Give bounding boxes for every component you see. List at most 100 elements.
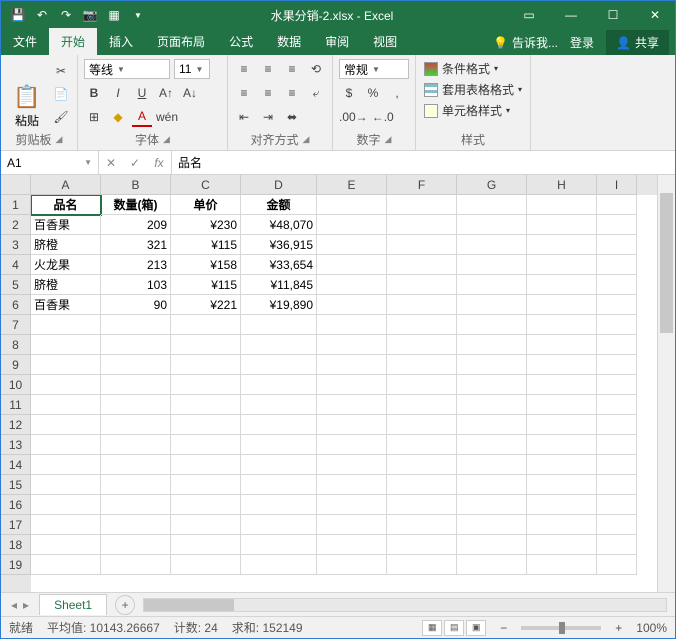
align-center-icon[interactable]: ≡ xyxy=(258,83,278,103)
cell-I2[interactable] xyxy=(597,215,637,235)
cell-I19[interactable] xyxy=(597,555,637,575)
cell-G17[interactable] xyxy=(457,515,527,535)
cell-I7[interactable] xyxy=(597,315,637,335)
borders-icon[interactable]: ⊞ xyxy=(84,107,104,127)
redo-icon[interactable]: ↷ xyxy=(57,6,75,24)
cell-A4[interactable]: 火龙果 xyxy=(31,255,101,275)
row-header-13[interactable]: 13 xyxy=(1,435,31,455)
row-header-5[interactable]: 5 xyxy=(1,275,31,295)
cell-E9[interactable] xyxy=(317,355,387,375)
col-header-B[interactable]: B xyxy=(101,175,171,195)
decrease-decimal-icon[interactable]: ←.0 xyxy=(372,107,394,127)
vertical-scrollbar[interactable] xyxy=(657,175,675,592)
cell-H12[interactable] xyxy=(527,415,597,435)
cell-H8[interactable] xyxy=(527,335,597,355)
cell-B16[interactable] xyxy=(101,495,171,515)
cell-B5[interactable]: 103 xyxy=(101,275,171,295)
cell-C18[interactable] xyxy=(171,535,241,555)
cell-C1[interactable]: 单价 xyxy=(171,195,241,215)
cell-C17[interactable] xyxy=(171,515,241,535)
qat-customize-icon[interactable]: ▼ xyxy=(129,6,147,24)
cell-D1[interactable]: 金额 xyxy=(241,195,317,215)
cell-E15[interactable] xyxy=(317,475,387,495)
cell-C12[interactable] xyxy=(171,415,241,435)
cell-G3[interactable] xyxy=(457,235,527,255)
increase-indent-icon[interactable]: ⇥ xyxy=(258,107,278,127)
cell-A5[interactable]: 脐橙 xyxy=(31,275,101,295)
cell-I13[interactable] xyxy=(597,435,637,455)
undo-icon[interactable]: ↶ xyxy=(33,6,51,24)
cell-G10[interactable] xyxy=(457,375,527,395)
cell-D2[interactable]: ¥48,070 xyxy=(241,215,317,235)
zoom-slider[interactable] xyxy=(521,626,601,630)
cell-A16[interactable] xyxy=(31,495,101,515)
cell-D12[interactable] xyxy=(241,415,317,435)
cell-G4[interactable] xyxy=(457,255,527,275)
cell-E13[interactable] xyxy=(317,435,387,455)
cell-D15[interactable] xyxy=(241,475,317,495)
number-format-combo[interactable]: 常规▼ xyxy=(339,59,409,79)
tab-file[interactable]: 文件 xyxy=(1,28,49,55)
col-header-E[interactable]: E xyxy=(317,175,387,195)
formula-input[interactable]: 品名 xyxy=(172,151,675,174)
cell-H16[interactable] xyxy=(527,495,597,515)
italic-button[interactable]: I xyxy=(108,83,128,103)
cell-G6[interactable] xyxy=(457,295,527,315)
cell-B1[interactable]: 数量(箱) xyxy=(101,195,171,215)
cell-H13[interactable] xyxy=(527,435,597,455)
cell-A13[interactable] xyxy=(31,435,101,455)
tab-layout[interactable]: 页面布局 xyxy=(145,28,217,55)
cell-D19[interactable] xyxy=(241,555,317,575)
add-sheet-button[interactable]: + xyxy=(115,595,135,615)
cell-C2[interactable]: ¥230 xyxy=(171,215,241,235)
cell-B10[interactable] xyxy=(101,375,171,395)
cell-A12[interactable] xyxy=(31,415,101,435)
cell-D16[interactable] xyxy=(241,495,317,515)
row-header-8[interactable]: 8 xyxy=(1,335,31,355)
tab-insert[interactable]: 插入 xyxy=(97,28,145,55)
cell-F11[interactable] xyxy=(387,395,457,415)
comma-icon[interactable]: , xyxy=(387,83,407,103)
cell-I14[interactable] xyxy=(597,455,637,475)
zoom-out-icon[interactable]: − xyxy=(500,621,507,635)
cell-H14[interactable] xyxy=(527,455,597,475)
cell-E1[interactable] xyxy=(317,195,387,215)
enter-formula-icon[interactable]: ✓ xyxy=(123,156,147,170)
cell-C9[interactable] xyxy=(171,355,241,375)
percent-icon[interactable]: % xyxy=(363,83,383,103)
cell-E2[interactable] xyxy=(317,215,387,235)
cell-A18[interactable] xyxy=(31,535,101,555)
cell-D17[interactable] xyxy=(241,515,317,535)
cell-F6[interactable] xyxy=(387,295,457,315)
row-header-16[interactable]: 16 xyxy=(1,495,31,515)
cell-D8[interactable] xyxy=(241,335,317,355)
col-header-H[interactable]: H xyxy=(527,175,597,195)
cell-A2[interactable]: 百香果 xyxy=(31,215,101,235)
ribbon-opts-icon[interactable]: ▭ xyxy=(509,1,549,29)
cell-I11[interactable] xyxy=(597,395,637,415)
cell-C15[interactable] xyxy=(171,475,241,495)
cell-C8[interactable] xyxy=(171,335,241,355)
cell-E19[interactable] xyxy=(317,555,387,575)
normal-view-icon[interactable]: ▦ xyxy=(422,620,442,636)
row-header-18[interactable]: 18 xyxy=(1,535,31,555)
cell-D14[interactable] xyxy=(241,455,317,475)
cell-A3[interactable]: 脐橙 xyxy=(31,235,101,255)
cell-E16[interactable] xyxy=(317,495,387,515)
cell-H7[interactable] xyxy=(527,315,597,335)
zoom-in-icon[interactable]: + xyxy=(615,621,622,635)
cell-E6[interactable] xyxy=(317,295,387,315)
cell-B15[interactable] xyxy=(101,475,171,495)
cell-E12[interactable] xyxy=(317,415,387,435)
vscroll-thumb[interactable] xyxy=(660,193,673,333)
cell-H10[interactable] xyxy=(527,375,597,395)
cell-F18[interactable] xyxy=(387,535,457,555)
cell-I9[interactable] xyxy=(597,355,637,375)
cell-A14[interactable] xyxy=(31,455,101,475)
cell-D11[interactable] xyxy=(241,395,317,415)
cell-B8[interactable] xyxy=(101,335,171,355)
cell-H6[interactable] xyxy=(527,295,597,315)
cell-G11[interactable] xyxy=(457,395,527,415)
tab-data[interactable]: 数据 xyxy=(265,28,313,55)
cell-H18[interactable] xyxy=(527,535,597,555)
